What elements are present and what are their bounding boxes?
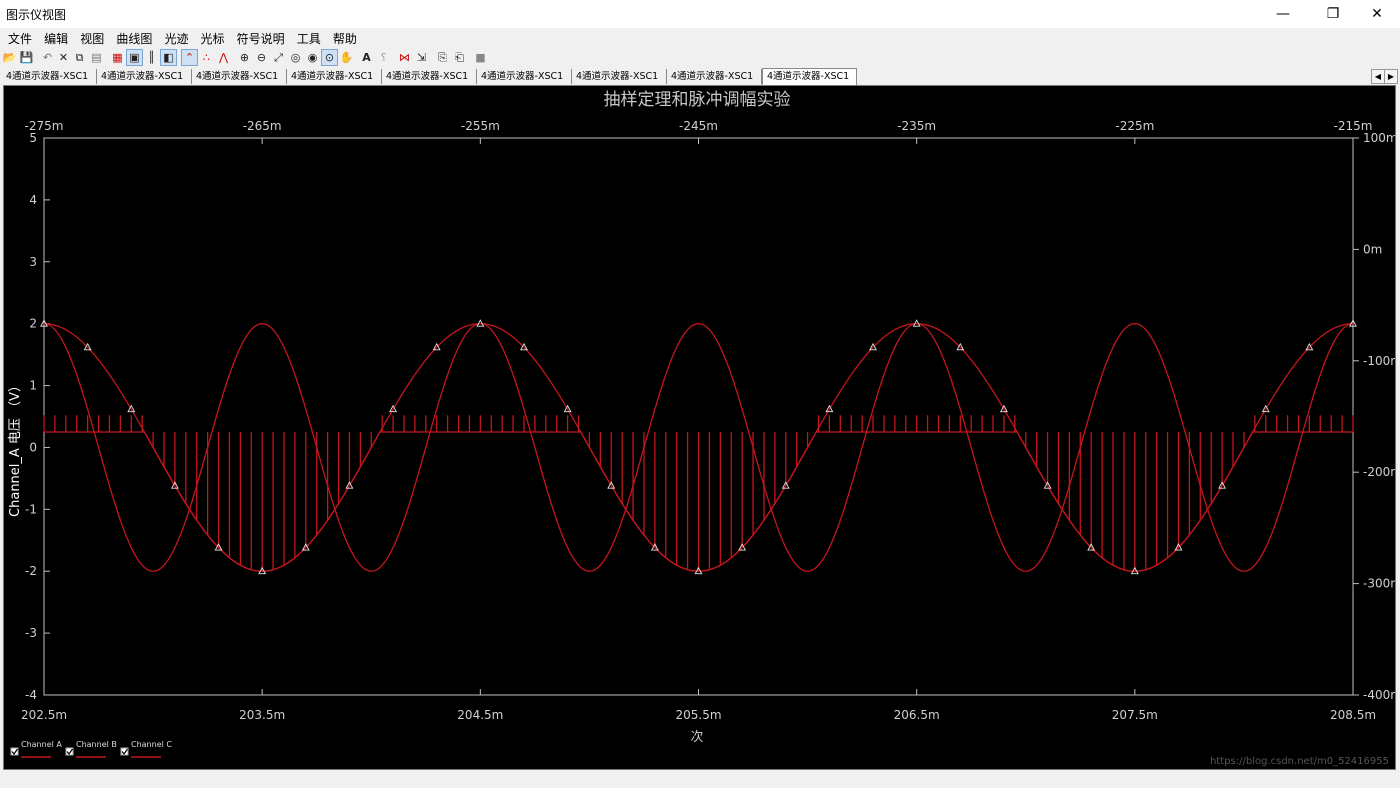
legend-entry-label: Channel A <box>21 740 62 749</box>
menu-trace[interactable]: 光迹 <box>164 28 188 47</box>
x2-tick-label: -225m <box>1115 119 1154 133</box>
cursors-icon[interactable]: ║ <box>144 50 159 65</box>
undo-icon[interactable]: ↶ <box>40 50 55 65</box>
minimize-button[interactable]: — <box>1260 0 1306 28</box>
zoom-out-icon[interactable]: ⊖ <box>254 50 269 65</box>
y-tick-label: 5 <box>29 131 37 145</box>
status-bar <box>0 770 1400 788</box>
menu-graph[interactable]: 曲线图 <box>116 28 152 47</box>
y2-tick-label: -100m <box>1363 354 1395 368</box>
tab-xsc1-7[interactable]: 4通道示波器-XSC1 <box>572 69 667 84</box>
copy-icon[interactable]: ⧉ <box>72 50 87 65</box>
open-icon[interactable]: 📂 <box>2 50 17 65</box>
toolbar: 📂 💾 ↶ ✕ ⧉ ▤ ▦ ▣ ║ ◧ ⌃ ∴ ⋀ ⊕ ⊖ ⤢ ◎ ◉ ⊙ ✋ … <box>0 48 1400 69</box>
y2-tick-label: -400m <box>1363 688 1395 702</box>
legend-entry-label: Channel B <box>76 740 117 749</box>
title-bar: 图示仪视图 — ❐ ✕ <box>0 0 1400 28</box>
window-title: 图示仪视图 <box>6 8 67 22</box>
chart-title: 抽样定理和脉冲调幅实验 <box>604 90 791 110</box>
overlay-icon[interactable]: ⋈ <box>397 50 412 65</box>
oscilloscope-chart[interactable]: 抽样定理和脉冲调幅实验 202.5m 203.5m 204.5m 205.5m 206.… <box>4 86 1400 769</box>
x-axis-label: 次 <box>690 729 703 745</box>
tab-scroll-right-icon[interactable]: ▶ <box>1384 69 1398 84</box>
axes-group: 202.5m 203.5m 204.5m 205.5m 206.5m 207.5m 208.… <box>21 119 1400 722</box>
zoom-fit-icon[interactable]: ⤢ <box>271 50 286 65</box>
y-tick-label: 4 <box>29 193 37 207</box>
y-axis-label: Channel_A 电压 （V） <box>8 379 23 517</box>
tab-xsc1-2[interactable]: 4通道示波器-XSC1 <box>97 69 192 84</box>
y-tick-label: -4 <box>25 688 37 702</box>
traces-group <box>40 319 1357 575</box>
y2-tick-label: -300m <box>1363 577 1395 591</box>
zoom-in-icon[interactable]: ⊕ <box>237 50 252 65</box>
tab-scroll-left-icon[interactable]: ◀ <box>1371 69 1385 84</box>
menu-help[interactable]: 帮助 <box>333 28 357 47</box>
save-icon[interactable]: 💾 <box>19 50 34 65</box>
menu-view[interactable]: 视图 <box>80 28 104 47</box>
menu-cursor[interactable]: 光标 <box>201 28 225 47</box>
x-tick-label: 206.5m <box>894 708 940 722</box>
select-marks-icon[interactable]: ⸮ <box>376 50 391 65</box>
stop-icon[interactable]: ■ <box>473 50 488 65</box>
watermark: https://blog.csdn.net/m0_52416955 <box>1210 756 1389 767</box>
paste-graph-icon[interactable]: ⎗ <box>452 50 467 65</box>
menu-edit[interactable]: 编辑 <box>44 28 68 47</box>
x-tick-label: 203.5m <box>239 708 285 722</box>
y-tick-label: -1 <box>25 502 37 516</box>
plot-area[interactable]: 抽样定理和脉冲调幅实验 202.5m 203.5m 204.5m 205.5m 206.… <box>3 85 1400 770</box>
x-tick-label: 205.5m <box>675 708 721 722</box>
tab-xsc1-1[interactable]: 4通道示波器-XSC1 <box>2 69 97 84</box>
copy-graph-icon[interactable]: ⎘ <box>435 50 450 65</box>
tab-xsc1-8[interactable]: 4通道示波器-XSC1 <box>667 69 762 84</box>
zoom-y-icon[interactable]: ◉ <box>305 50 320 65</box>
dots-lines-icon[interactable]: ⋀ <box>216 50 231 65</box>
tab-xsc1-active[interactable]: 4通道示波器-XSC1 <box>762 68 857 85</box>
y2-tick-label: 100m <box>1363 131 1395 145</box>
y-tick-label: -3 <box>25 626 37 640</box>
y2-tick-label: 0m <box>1363 242 1382 256</box>
y-tick-label: -2 <box>25 564 37 578</box>
restore-button[interactable]: ❐ <box>1310 0 1356 28</box>
cut-icon[interactable]: ✕ <box>56 50 71 65</box>
x-tick-label: 208.5m <box>1330 708 1376 722</box>
tab-xsc1-4[interactable]: 4通道示波器-XSC1 <box>287 69 382 84</box>
menu-file[interactable]: 文件 <box>8 28 32 47</box>
legend: Channel A Channel B Channel C <box>10 740 172 758</box>
pan-icon[interactable]: ✋ <box>339 50 354 65</box>
zoom-x-icon[interactable]: ◎ <box>288 50 303 65</box>
menu-tools[interactable]: 工具 <box>297 28 321 47</box>
x-tick-label: 207.5m <box>1112 708 1158 722</box>
menu-legend[interactable]: 符号说明 <box>237 28 285 47</box>
y-tick-label: 0 <box>29 440 37 454</box>
reverse-colors-icon[interactable]: ◧ <box>160 49 177 66</box>
tab-xsc1-5[interactable]: 4通道示波器-XSC1 <box>382 69 477 84</box>
text-icon[interactable]: A <box>359 50 374 65</box>
legend-entry-label: Channel C <box>131 740 172 749</box>
paste-icon[interactable]: ▤ <box>89 50 104 65</box>
dots-icon[interactable]: ∴ <box>199 50 214 65</box>
tab-strip: 4通道示波器-XSC1 4通道示波器-XSC1 4通道示波器-XSC1 4通道示… <box>0 68 1400 85</box>
y2-tick-label: -200m <box>1363 465 1395 479</box>
x2-tick-label: -235m <box>897 119 936 133</box>
x2-tick-label: -265m <box>243 119 282 133</box>
menu-bar: 文件 编辑 视图 曲线图 光迹 光标 符号说明 工具 帮助 <box>0 28 1400 48</box>
y-tick-label: 1 <box>29 379 37 393</box>
export-icon[interactable]: ⇲ <box>414 50 429 65</box>
legend-icon[interactable]: ▣ <box>126 49 143 66</box>
x2-tick-label: -255m <box>461 119 500 133</box>
close-button[interactable]: ✕ <box>1354 0 1400 28</box>
x-tick-label: 204.5m <box>457 708 503 722</box>
tab-xsc1-3[interactable]: 4通道示波器-XSC1 <box>192 69 287 84</box>
x-tick-label: 202.5m <box>21 708 67 722</box>
x2-tick-label: -245m <box>679 119 718 133</box>
plot-border <box>43 137 1354 696</box>
y-tick-label: 3 <box>29 255 37 269</box>
grid-icon[interactable]: ▦ <box>110 50 125 65</box>
tab-xsc1-6[interactable]: 4通道示波器-XSC1 <box>477 69 572 84</box>
show-trace-icon[interactable]: ⌃ <box>181 49 198 66</box>
zoom-area-icon[interactable]: ⊙ <box>321 49 338 66</box>
y-tick-label: 2 <box>29 317 37 331</box>
